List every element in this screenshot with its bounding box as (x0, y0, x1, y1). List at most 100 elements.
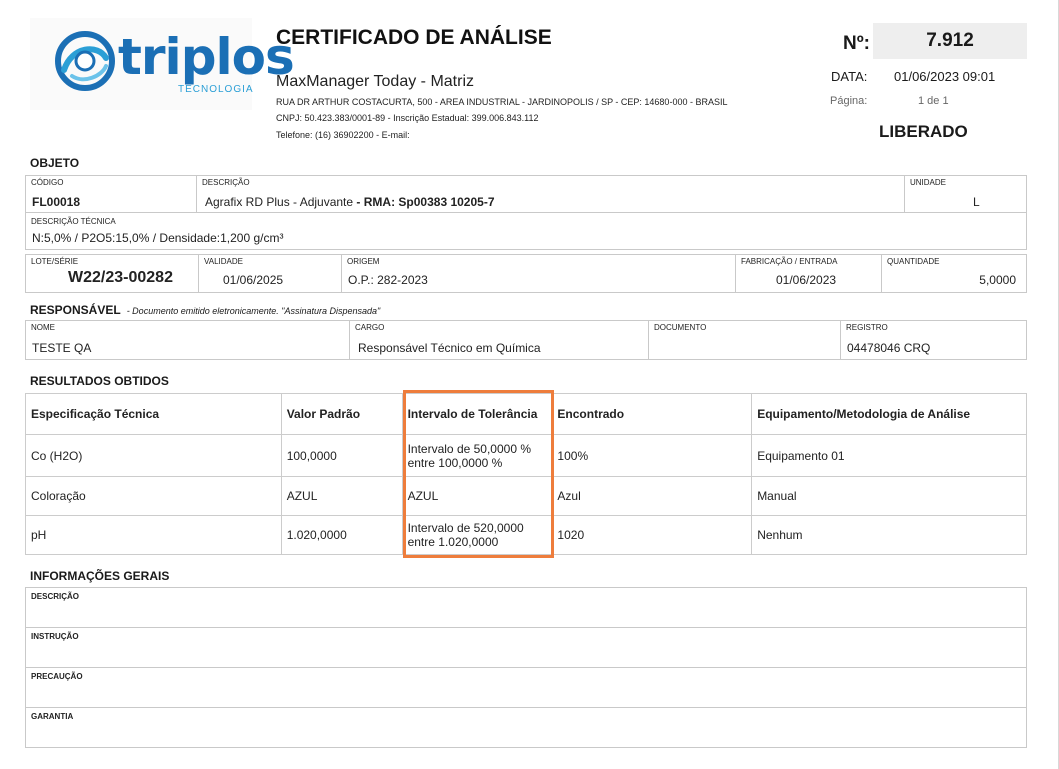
nome-cell: NOME TESTE QA (26, 321, 350, 359)
descricao-label: DESCRIÇÃO (202, 178, 250, 187)
tolerancia-cell: AZUL (401, 476, 553, 516)
logo-word: triplos (118, 28, 295, 86)
section-responsavel: RESPONSÁVEL - Documento emitido eletronic… (30, 303, 380, 317)
gerais-instrucao-label: INSTRUÇÃO (31, 632, 79, 641)
quantidade-label: QUANTIDADE (887, 257, 940, 266)
responsavel-title: RESPONSÁVEL (30, 303, 121, 317)
unidade-label: UNIDADE (910, 178, 947, 187)
registro-cell: REGISTRO 04478046 CRQ (841, 321, 1026, 359)
unidade-value: L (973, 195, 980, 209)
objeto-row-2: DESCRIÇÃO TÉCNICA N:5,0% / P2O5:15,0% / … (25, 213, 1027, 250)
number-label: Nº: (843, 33, 870, 54)
tolerancia-line-1: Intervalo de 520,0000 (407, 521, 524, 535)
company-name: MaxManager Today - Matriz (276, 73, 474, 90)
objeto-row-3: LOTE/SÉRIE W22/23-00282 VALIDADE 01/06/2… (25, 254, 1027, 293)
padrao-cell: AZUL (280, 476, 403, 516)
number-box: 7.912 (873, 23, 1027, 59)
gerais-precaucao-label: PRECAUÇÃO (31, 672, 83, 681)
company-address: RUA DR ARTHUR COSTACURTA, 500 - AREA IND… (276, 97, 728, 107)
equipamento-cell: Nenhum (751, 515, 1027, 555)
lote-cell: LOTE/SÉRIE W22/23-00282 (26, 255, 199, 292)
header-tolerancia: Intervalo de Tolerância (401, 393, 553, 435)
cargo-cell: CARGO Responsável Técnico em Química (350, 321, 649, 359)
document-title: CERTIFICADO DE ANÁLISE (276, 26, 552, 49)
gerais-instrucao-box: INSTRUÇÃO (25, 627, 1027, 668)
registro-value: 04478046 CRQ (847, 341, 931, 355)
encontrado-cell: 100% (551, 434, 753, 477)
header-encontrado: Encontrado (551, 393, 753, 435)
section-resultados: RESULTADOS OBTIDOS (30, 374, 169, 388)
tolerancia-line-1: Intervalo de 50,0000 % (407, 441, 531, 456)
table-row: Coloração AZUL AZUL Azul Manual (25, 476, 1027, 516)
descricao-value: Agrafix RD Plus - Adjuvante - RMA: Sp003… (205, 195, 495, 209)
date-value: 01/06/2023 09:01 (894, 69, 996, 84)
gerais-descricao-box: DESCRIÇÃO (25, 587, 1027, 628)
company-phone: Telefone: (16) 36902200 - E-mail: (276, 130, 410, 140)
header-valor-padrao: Valor Padrão (280, 393, 403, 435)
padrao-cell: 100,0000 (280, 434, 403, 477)
gerais-garantia-box: GARANTIA (25, 707, 1027, 748)
table-row: Co (H2O) 100,0000 Intervalo de 50,0000 %… (25, 434, 1027, 477)
spec-cell: Coloração (25, 476, 282, 516)
lote-value: W22/23-00282 (68, 269, 173, 286)
cargo-label: CARGO (355, 323, 385, 332)
spec-cell: Co (H2O) (25, 434, 282, 477)
spec-cell: pH (25, 515, 282, 555)
encontrado-cell: 1020 (551, 515, 753, 555)
fabricacao-cell: FABRICAÇÃO / ENTRADA 01/06/2023 (736, 255, 882, 292)
section-gerais: INFORMAÇÕES GERAIS (30, 569, 170, 583)
certificate-page: triplos TECNOLOGIA CERTIFICADO DE ANÁLIS… (0, 0, 1059, 769)
date-label: DATA: (831, 69, 868, 84)
validade-value: 01/06/2025 (223, 273, 284, 287)
nome-label: NOME (31, 323, 55, 332)
desc-tecnica-value: N:5,0% / P2O5:15,0% / Densidade:1,200 g/… (32, 231, 284, 245)
nome-value: TESTE QA (32, 341, 92, 355)
codigo-cell: CÓDIGO FL00018 (26, 176, 197, 212)
origem-label: ORIGEM (347, 257, 380, 266)
gerais-garantia-label: GARANTIA (31, 712, 74, 721)
tolerancia-cell: Intervalo de 50,0000 % entre 100,0000 % (401, 434, 553, 477)
codigo-label: CÓDIGO (31, 178, 64, 187)
validade-cell: VALIDADE 01/06/2025 (199, 255, 342, 292)
logo-swirl-icon (55, 31, 115, 91)
header-equipamento: Equipamento/Metodologia de Análise (751, 393, 1027, 435)
results-table: Especificação Técnica Valor Padrão Inter… (25, 393, 1027, 555)
desc-tecnica-label: DESCRIÇÃO TÉCNICA (31, 217, 116, 226)
registro-label: REGISTRO (846, 323, 888, 332)
codigo-value: FL00018 (32, 195, 81, 209)
encontrado-cell: Azul (551, 476, 753, 516)
quantidade-cell: QUANTIDADE 5,0000 (882, 255, 1026, 292)
equipamento-cell: Manual (751, 476, 1027, 516)
equipamento-cell: Equipamento 01 (751, 434, 1027, 477)
documento-cell: DOCUMENTO (649, 321, 841, 359)
page-value: 1 de 1 (918, 95, 949, 107)
gerais-descricao-label: DESCRIÇÃO (31, 592, 80, 601)
responsavel-note: - Documento emitido eletronicamente. "As… (126, 306, 381, 316)
tolerancia-line-2: entre 1.020,0000 (407, 535, 499, 549)
quantidade-value: 5,0000 (979, 273, 1016, 287)
origem-value: O.P.: 282-2023 (348, 273, 428, 287)
padrao-cell: 1.020,0000 (280, 515, 403, 555)
responsavel-row: NOME TESTE QA CARGO Responsável Técnico … (25, 320, 1027, 360)
tolerancia-cell: Intervalo de 520,0000 entre 1.020,0000 (401, 515, 553, 555)
fabricacao-label: FABRICAÇÃO / ENTRADA (741, 257, 838, 266)
results-header-row: Especificação Técnica Valor Padrão Inter… (25, 393, 1027, 435)
gerais-precaucao-box: PRECAUÇÃO (25, 667, 1027, 708)
objeto-row-1: CÓDIGO FL00018 DESCRIÇÃO Agrafix RD Plus… (25, 175, 1027, 213)
table-row: pH 1.020,0000 Intervalo de 520,0000 entre… (25, 515, 1027, 555)
unidade-cell: UNIDADE L (905, 176, 1026, 212)
descricao-text: Agrafix RD Plus - Adjuvante (205, 195, 354, 209)
header-especificacao: Especificação Técnica (25, 393, 282, 435)
tolerancia-line-2: entre 100,0000 % (407, 455, 503, 470)
descricao-cell: DESCRIÇÃO Agrafix RD Plus - Adjuvante - … (197, 176, 905, 212)
section-objeto: OBJETO (30, 156, 80, 170)
documento-label: DOCUMENTO (654, 323, 707, 332)
certificate-number: 7.912 (926, 30, 974, 51)
validade-label: VALIDADE (204, 257, 243, 266)
company-cnpj: CNPJ: 50.423.383/0001-89 - Inscrição Est… (276, 113, 539, 123)
fabricacao-value: 01/06/2023 (776, 273, 837, 287)
logo-subtitle: TECNOLOGIA (178, 84, 254, 95)
origem-cell: ORIGEM O.P.: 282-2023 (342, 255, 736, 292)
rma-text: - RMA: Sp00383 10205-7 (356, 195, 495, 209)
status-badge: LIBERADO (879, 122, 968, 141)
